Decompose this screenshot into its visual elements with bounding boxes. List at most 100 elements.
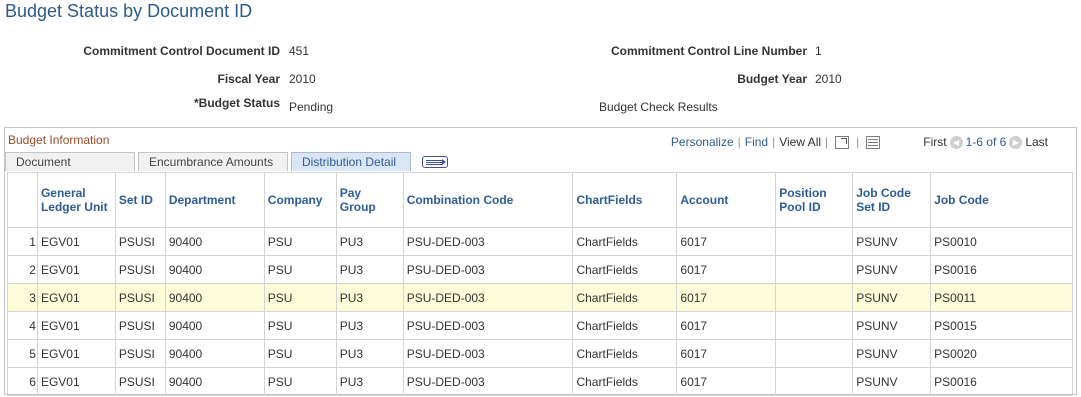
cell-job-code-set-id: PSUNV: [852, 367, 932, 396]
cell-combination-code: PSU-DED-003: [402, 339, 574, 368]
cell-pay-group: PU3: [335, 283, 404, 312]
line-number-value: 1: [815, 44, 822, 58]
cell-account: 6017: [676, 227, 777, 256]
row-number: 3: [7, 283, 38, 312]
cell-combination-code: PSU-DED-003: [402, 311, 574, 340]
next-arrow-icon[interactable]: ▶: [1009, 135, 1023, 149]
cell-department: 90400: [164, 311, 265, 340]
nav-separator: |: [772, 135, 776, 149]
cell-gl-unit: EGV01: [36, 339, 116, 368]
page-title: Budget Status by Document ID: [5, 1, 253, 21]
row-number: 4: [7, 311, 38, 340]
nav-separator: |: [856, 135, 860, 149]
cell-position-pool-id: [775, 367, 854, 396]
cell-job-code: PS0016: [930, 255, 1073, 284]
grid-tabs: Document Overview Encumbrance Amounts Di…: [5, 152, 1076, 188]
cell-pay-group: PU3: [335, 255, 404, 284]
last-label: Last: [1025, 135, 1048, 149]
cell-combination-code: PSU-DED-003: [402, 227, 574, 256]
fiscal-year-label: Fiscal Year: [217, 72, 281, 86]
first-label: First: [923, 135, 947, 149]
cell-job-code-set-id: PSUNV: [852, 227, 932, 256]
cell-set-id: PSUSI: [114, 311, 166, 340]
cell-department: 90400: [164, 283, 265, 312]
find-link[interactable]: Find: [745, 135, 768, 149]
cell-company: PSU: [263, 255, 337, 284]
cell-pay-group: PU3: [335, 311, 404, 340]
column-header-chartfields[interactable]: ChartFields: [572, 172, 678, 228]
row-number: 2: [7, 255, 38, 284]
tab-distribution-detail[interactable]: Distribution Detail: [291, 152, 411, 171]
row-number: 5: [7, 339, 38, 368]
cell-job-code-set-id: PSUNV: [852, 339, 932, 368]
cell-company: PSU: [263, 227, 337, 256]
cell-position-pool-id: [775, 255, 854, 284]
chartfields-link[interactable]: ChartFields: [572, 339, 678, 368]
cell-account: 6017: [676, 283, 777, 312]
budget-status-label: *Budget Status: [193, 96, 280, 110]
cell-gl-unit: EGV01: [36, 255, 116, 284]
cell-gl-unit: EGV01: [36, 283, 116, 312]
column-header-job-code[interactable]: Job Code: [930, 172, 1073, 228]
cell-position-pool-id: [775, 227, 854, 256]
cell-combination-code: PSU-DED-003: [402, 283, 574, 312]
cell-position-pool-id: [775, 283, 854, 312]
zoom-icon[interactable]: [835, 135, 850, 149]
row-number: 6: [7, 367, 38, 396]
tab-document-overview[interactable]: Document Overview: [5, 152, 135, 188]
doc-id-value: 451: [289, 44, 310, 58]
cell-account: 6017: [676, 255, 777, 284]
cell-gl-unit: EGV01: [36, 311, 116, 340]
column-header-department[interactable]: Department: [164, 172, 265, 228]
grid-title-bar: Budget Information Personalize | Find | …: [5, 128, 1076, 154]
cell-job-code: PS0010: [930, 227, 1073, 256]
column-header-pay-group[interactable]: Pay Group: [335, 172, 404, 228]
tab-encumbrance-amounts[interactable]: Encumbrance Amounts: [138, 152, 288, 171]
chartfields-link[interactable]: ChartFields: [572, 367, 678, 396]
cell-company: PSU: [263, 339, 337, 368]
show-all-columns-icon[interactable]: [422, 156, 448, 168]
view-all-link[interactable]: View All: [779, 135, 821, 149]
distribution-detail-table: General Ledger Unit Set ID Department Co…: [7, 172, 1073, 396]
cell-pay-group: PU3: [335, 339, 404, 368]
chartfields-link[interactable]: ChartFields: [572, 255, 678, 284]
table-header-row: General Ledger Unit Set ID Department Co…: [7, 172, 1073, 228]
cell-account: 6017: [676, 339, 777, 368]
cell-department: 90400: [164, 367, 265, 396]
chartfields-link[interactable]: ChartFields: [572, 227, 678, 256]
cell-job-code-set-id: PSUNV: [852, 311, 932, 340]
download-grid-icon[interactable]: [866, 135, 881, 149]
doc-id-label: Commitment Control Document ID: [83, 44, 280, 58]
cell-company: PSU: [263, 311, 337, 340]
table-row: 6 EGV01 PSUSI 90400 PSU PU3 PSU-DED-003 …: [7, 367, 1073, 396]
column-header-gl-unit[interactable]: General Ledger Unit: [36, 172, 116, 228]
cell-pay-group: PU3: [335, 227, 404, 256]
table-row: 4 EGV01 PSUSI 90400 PSU PU3 PSU-DED-003 …: [7, 311, 1073, 340]
cell-position-pool-id: [775, 339, 854, 368]
column-header-set-id[interactable]: Set ID: [114, 172, 166, 228]
column-header-position-pool-id[interactable]: Position Pool ID: [775, 172, 854, 228]
cell-combination-code: PSU-DED-003: [402, 367, 574, 396]
fiscal-year-value: 2010: [289, 72, 316, 86]
column-header-combination-code[interactable]: Combination Code: [402, 172, 574, 228]
table-row-highlighted: 3 EGV01 PSUSI 90400 PSU PU3 PSU-DED-003 …: [7, 283, 1073, 312]
personalize-link[interactable]: Personalize: [671, 135, 734, 149]
previous-arrow-icon[interactable]: ◀: [949, 135, 963, 149]
chartfields-link[interactable]: ChartFields: [572, 283, 678, 312]
grid-navigation: Personalize | Find | View All | | First …: [671, 135, 1048, 149]
cell-set-id: PSUSI: [114, 367, 166, 396]
row-range: 1-6 of 6: [965, 135, 1007, 149]
cell-company: PSU: [263, 367, 337, 396]
cell-company: PSU: [263, 283, 337, 312]
column-header-account[interactable]: Account: [676, 172, 777, 228]
column-header-job-code-set-id[interactable]: Job Code Set ID: [852, 172, 932, 228]
column-header-company[interactable]: Company: [263, 172, 337, 228]
budget-check-results-link[interactable]: Budget Check Results: [599, 100, 718, 114]
cell-account: 6017: [676, 367, 777, 396]
cell-job-code: PS0015: [930, 311, 1073, 340]
budget-status-value: Pending: [289, 100, 334, 114]
cell-department: 90400: [164, 339, 265, 368]
chartfields-link[interactable]: ChartFields: [572, 311, 678, 340]
cell-gl-unit: EGV01: [36, 227, 116, 256]
cell-pay-group: PU3: [335, 367, 404, 396]
